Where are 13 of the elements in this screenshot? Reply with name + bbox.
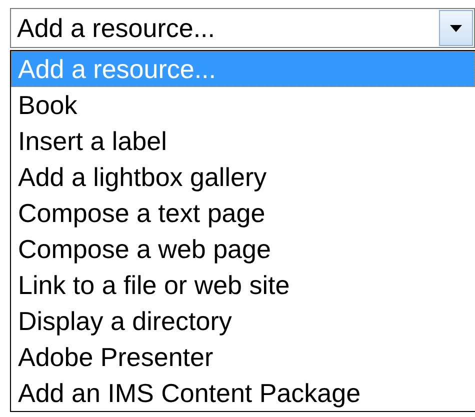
dropdown-option[interactable]: Compose a text page [11,195,475,231]
dropdown-option[interactable]: Book [11,87,475,123]
caret-icon [450,24,462,32]
dropdown-option[interactable]: Display a directory [11,303,475,339]
select-value: Add a resource... [16,12,216,45]
dropdown-option[interactable]: Add a lightbox gallery [11,159,475,195]
dropdown-button[interactable] [439,10,473,46]
dropdown-option[interactable]: Insert a label [11,123,475,159]
dropdown-option[interactable]: Link to a file or web site [11,267,475,303]
resource-select[interactable]: Add a resource... [10,8,475,48]
dropdown-option[interactable]: Adobe Presenter [11,339,475,375]
dropdown-option[interactable]: Compose a web page [11,231,475,267]
dropdown-option[interactable]: Add an IMS Content Package [11,375,475,411]
